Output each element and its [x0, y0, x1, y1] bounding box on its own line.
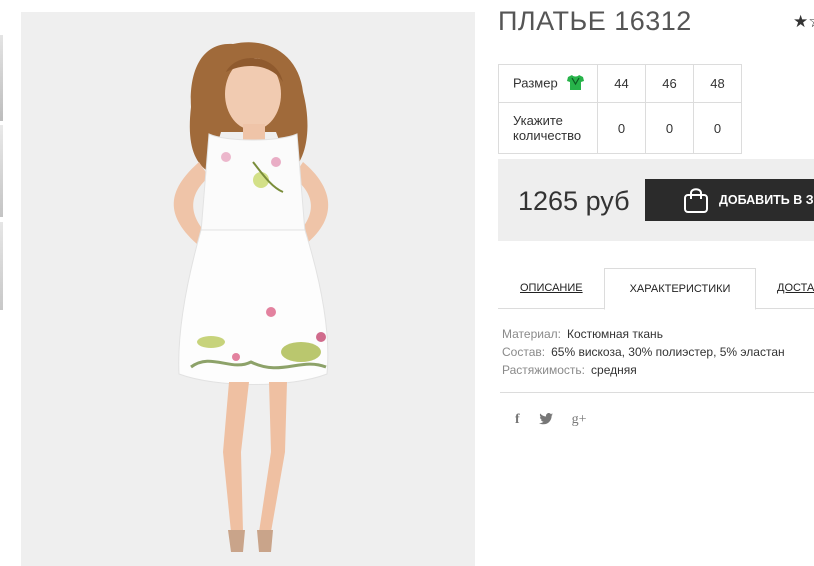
tab-description[interactable]: ОПИСАНИЕ	[520, 268, 583, 308]
thumbnail-1[interactable]	[0, 35, 3, 121]
quantity-row: Укажите количество 0 0 0	[498, 102, 742, 154]
shirt-icon[interactable]	[567, 74, 585, 93]
add-to-cart-label: ДОБАВИТЬ В ЗАКАЗ	[719, 193, 814, 207]
spec-key: Материал:	[502, 327, 561, 341]
size-46: 46	[645, 64, 694, 103]
quantity-input-44[interactable]: 0	[597, 102, 646, 154]
price-box: 1265 руб ДОБАВИТЬ В ЗАКАЗ	[498, 159, 814, 241]
spec-key: Растяжимость:	[502, 363, 586, 377]
spec-value: средняя	[591, 363, 637, 377]
thumbnail-3[interactable]	[0, 222, 3, 310]
size-label: Размер	[513, 74, 558, 90]
thumbnail-2[interactable]	[0, 125, 3, 217]
size-row: Размер 44 46 48	[498, 64, 742, 103]
social-share: f g+	[515, 412, 587, 428]
quantity-label-line2: количество	[513, 128, 582, 143]
quantity-label: Укажите количество	[498, 102, 598, 154]
quantity-input-48[interactable]: 0	[693, 102, 742, 154]
product-title: ПЛАТЬЕ 16312	[498, 6, 692, 36]
add-to-cart-button[interactable]: ДОБАВИТЬ В ЗАКАЗ	[645, 179, 814, 221]
facebook-icon[interactable]: f	[515, 412, 520, 428]
spec-key: Состав:	[502, 345, 546, 359]
twitter-icon[interactable]	[538, 412, 553, 428]
tab-delivery[interactable]: ДОСТАВКА	[777, 268, 814, 308]
spec-stretch: Растяжимость: средняя	[502, 361, 785, 379]
quantity-input-46[interactable]: 0	[645, 102, 694, 154]
specs-list: Материал: Костюмная ткань Состав: 65% виск…	[502, 325, 785, 379]
shopping-bag-icon	[683, 187, 709, 214]
quantity-label-line1: Укажите	[513, 113, 563, 128]
tab-characteristics[interactable]: ХАРАКТЕРИСТИКИ	[604, 268, 756, 310]
size-label-cell: Размер	[498, 64, 598, 103]
rating-stars[interactable]: ★☆	[793, 12, 814, 32]
price: 1265 руб	[518, 186, 630, 216]
spec-value: 65% вискоза, 30% полиэстер, 5% эластан	[551, 345, 785, 359]
product-photo	[21, 12, 475, 566]
size-table: Размер 44 46 48 Укажите количество 0 0 0	[498, 64, 742, 154]
product-tabs: ОПИСАНИЕ ХАРАКТЕРИСТИКИ ДОСТАВКА	[498, 268, 814, 310]
spec-composition: Состав: 65% вискоза, 30% полиэстер, 5% эл…	[502, 343, 785, 361]
section-divider	[500, 392, 814, 393]
size-48: 48	[693, 64, 742, 103]
spec-value: Костюмная ткань	[566, 327, 663, 341]
googleplus-icon[interactable]: g+	[572, 412, 587, 428]
size-44: 44	[597, 64, 646, 103]
spec-material: Материал: Костюмная ткань	[502, 325, 785, 343]
